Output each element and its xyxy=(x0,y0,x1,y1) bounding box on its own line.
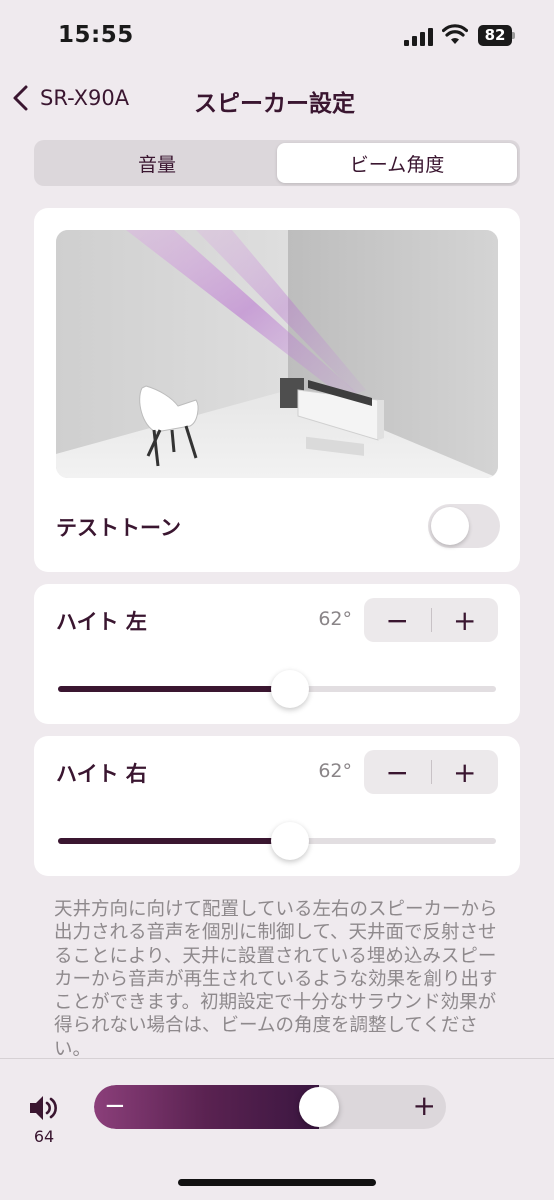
back-button[interactable]: SR-X90A xyxy=(10,82,129,114)
volume-slider-thumb[interactable] xyxy=(299,1087,339,1127)
volume-bar: 64 − + xyxy=(0,1058,554,1200)
battery-icon: 82 xyxy=(478,25,512,46)
tab-beam-angle[interactable]: ビーム角度 xyxy=(277,143,517,183)
room-image xyxy=(56,230,498,478)
height-right-slider-fill xyxy=(58,838,290,844)
height-left-slider-thumb[interactable] xyxy=(271,670,309,708)
volume-slider[interactable]: − + xyxy=(94,1085,446,1129)
volume-slider-fill xyxy=(94,1085,319,1129)
height-left-plus-button[interactable]: + xyxy=(432,598,499,642)
chevron-left-icon xyxy=(13,85,28,111)
height-right-minus-button[interactable]: − xyxy=(364,750,431,794)
room-illustration xyxy=(56,230,498,478)
tab-volume[interactable]: 音量 xyxy=(37,143,277,183)
height-left-slider[interactable] xyxy=(58,670,496,708)
status-bar: 15:55 82 xyxy=(0,0,554,72)
height-right-plus-button[interactable]: + xyxy=(432,750,499,794)
signal-icon xyxy=(404,28,434,46)
volume-plus-icon[interactable]: + xyxy=(413,1089,436,1122)
height-right-slider-thumb[interactable] xyxy=(271,822,309,860)
back-label: SR-X90A xyxy=(40,86,130,110)
segmented-control: 音量 ビーム角度 xyxy=(34,140,520,186)
test-tone-label: テストトーン xyxy=(56,516,181,540)
test-tone-row: テストトーン xyxy=(56,504,500,550)
test-tone-toggle[interactable] xyxy=(428,504,500,548)
volume-minus-icon[interactable]: − xyxy=(104,1091,126,1121)
wifi-icon xyxy=(442,24,468,44)
battery-tip xyxy=(512,32,515,39)
home-indicator xyxy=(178,1179,376,1186)
height-left-minus-button[interactable]: − xyxy=(364,598,431,642)
height-left-slider-fill xyxy=(58,686,290,692)
volume-value: 64 xyxy=(33,1127,55,1146)
height-left-card: ハイト 左 62° − + xyxy=(34,584,520,724)
nav-bar: SR-X90A スピーカー設定 xyxy=(0,72,554,124)
description-text: 天井方向に向けて配置している左右のスピーカーから出力される音声を個別に制御して、… xyxy=(54,899,498,1058)
speaker-volume-icon[interactable] xyxy=(28,1093,60,1123)
height-left-stepper: − + xyxy=(364,598,498,642)
toggle-knob xyxy=(431,507,469,545)
beam-preview-card: テストトーン xyxy=(34,208,520,572)
height-right-title: ハイト 右 xyxy=(56,762,147,786)
height-right-angle: 62° xyxy=(318,760,352,782)
page-title: スピーカー設定 xyxy=(194,91,355,117)
height-right-stepper: − + xyxy=(364,750,498,794)
status-time: 15:55 xyxy=(58,22,134,48)
height-right-slider[interactable] xyxy=(58,822,496,860)
height-left-title: ハイト 左 xyxy=(56,610,147,634)
height-left-angle: 62° xyxy=(318,608,352,630)
height-right-card: ハイト 右 62° − + xyxy=(34,736,520,876)
